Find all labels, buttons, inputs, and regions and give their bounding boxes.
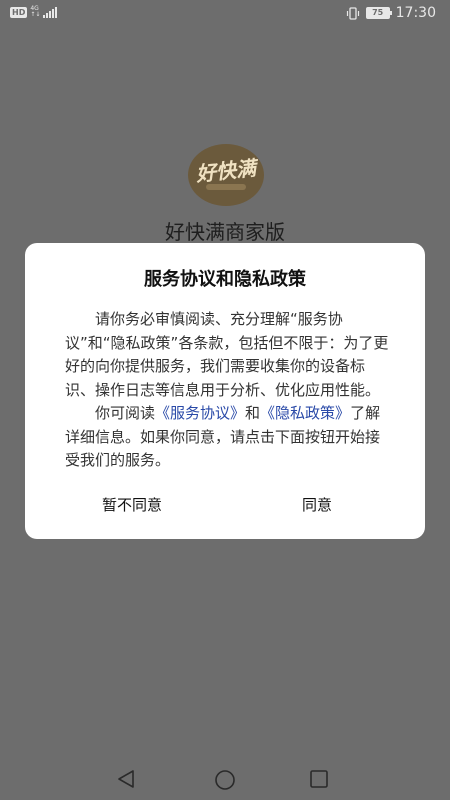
- dialog-title: 服务协议和隐私政策: [144, 269, 306, 290]
- clock: 17:30: [395, 5, 436, 21]
- logo-tagline-band: [206, 184, 246, 190]
- recent-square-icon[interactable]: [308, 768, 332, 792]
- network-activity: ↑↓: [30, 11, 41, 18]
- status-bar: HD 4G ↑↓ 75 17:30: [0, 0, 450, 26]
- privacy-dialog: 服务协议和隐私政策 请你务必审慎阅读、充分理解“服务协议”和“隐私政策”各条款，…: [25, 243, 425, 539]
- dialog-body: 请你务必审慎阅读、充分理解“服务协议”和“隐私政策”各条款，包括但不限于：为了更…: [65, 308, 389, 473]
- agree-button[interactable]: 同意: [262, 493, 372, 517]
- network-type: 4G ↑↓: [30, 6, 40, 18]
- hd-badge: HD: [10, 6, 28, 18]
- disagree-button[interactable]: 暂不同意: [77, 493, 187, 517]
- dialog-paragraph-1: 请你务必审慎阅读、充分理解“服务协议”和“隐私政策”各条款，包括但不限于：为了更…: [65, 310, 389, 399]
- dialog-paragraph-2: 你可阅读《服务协议》和《隐私政策》了解详细信息。如果你同意，请点击下面按钮开始接…: [65, 402, 389, 473]
- privacy-policy-link[interactable]: 《隐私政策》: [260, 404, 350, 422]
- paragraph2-prefix: 你可阅读: [95, 404, 156, 422]
- home-circle-icon[interactable]: [213, 768, 237, 792]
- vibrate-icon: [346, 6, 360, 20]
- signal-icon: [43, 6, 58, 18]
- back-triangle-icon[interactable]: [115, 768, 139, 792]
- battery-icon: 75: [365, 7, 392, 19]
- navigation-bar: [0, 752, 450, 800]
- app-name: 好快满商家版: [165, 220, 285, 244]
- status-left: HD 4G ↑↓: [10, 6, 58, 18]
- status-right: 75 17:30: [346, 5, 436, 21]
- paragraph2-and: 和: [245, 404, 261, 422]
- dialog-actions: 暂不同意 同意: [25, 493, 425, 517]
- service-agreement-link[interactable]: 《服务协议》: [155, 404, 245, 422]
- logo-text: 好快满: [194, 155, 258, 187]
- app-logo: 好快满: [188, 144, 264, 206]
